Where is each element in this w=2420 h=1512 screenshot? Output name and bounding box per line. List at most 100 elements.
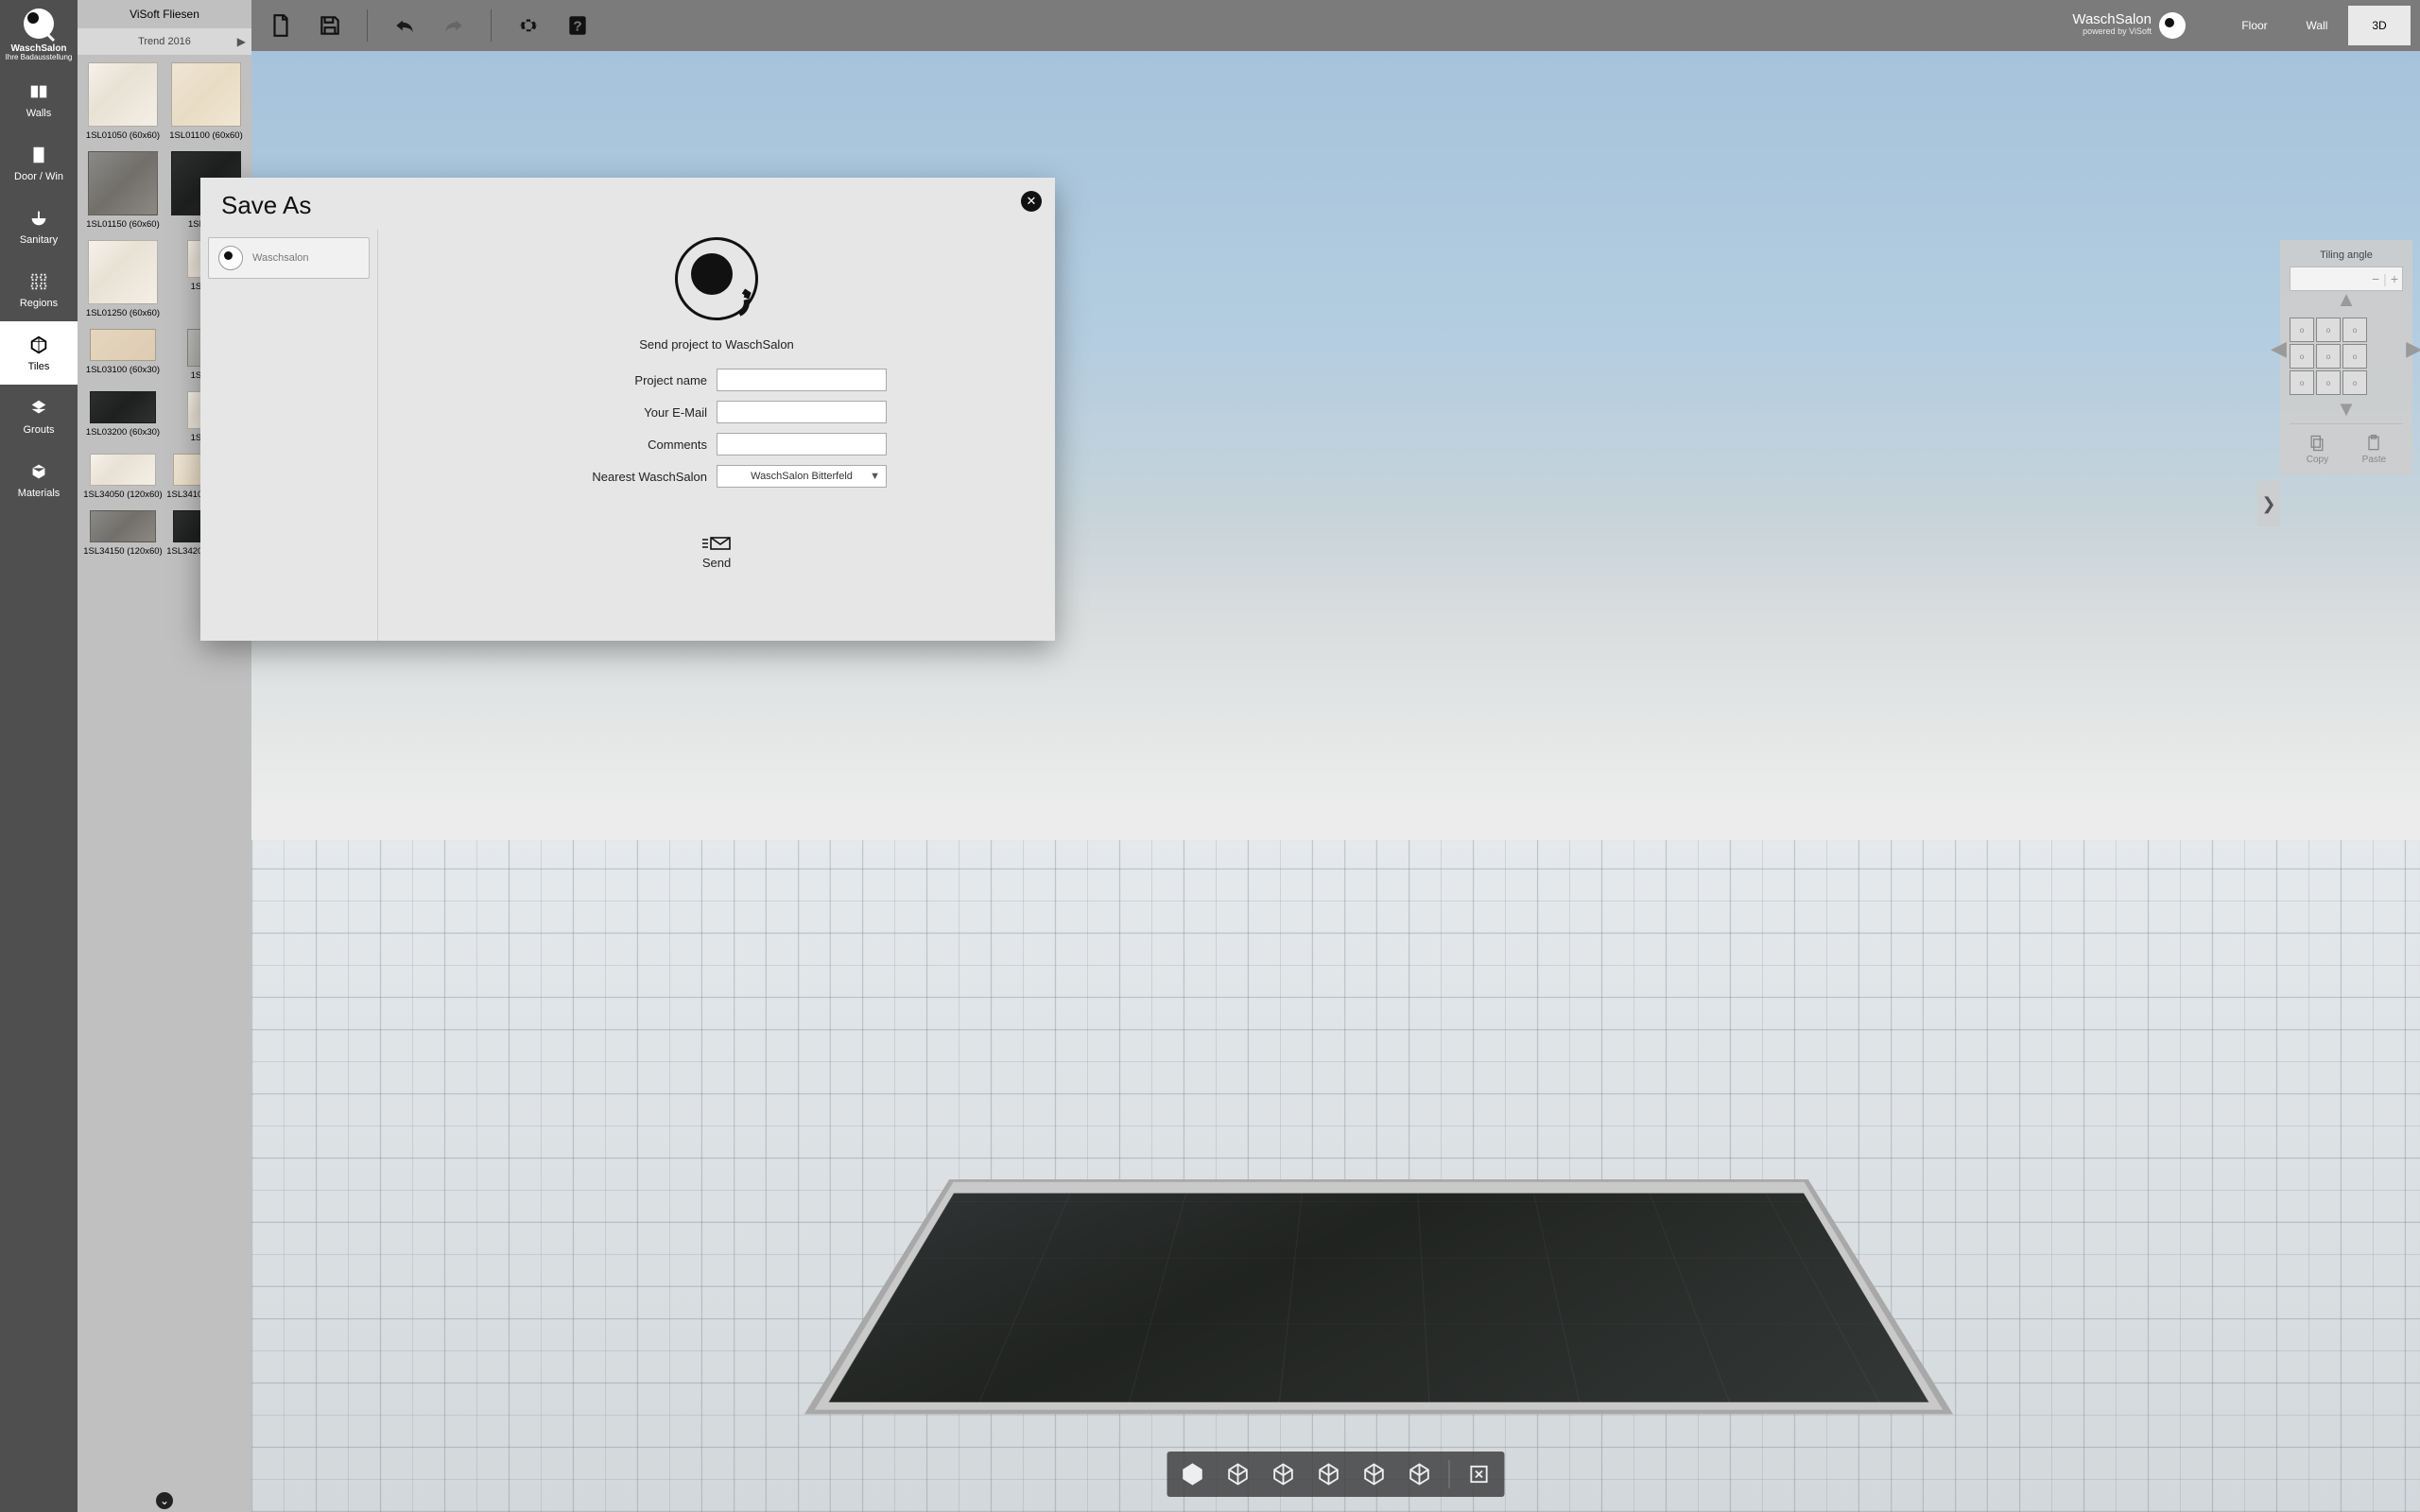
tile-item[interactable]: 1SL01250 (60x60) [81,240,164,319]
nav-regions[interactable]: Regions [0,258,78,321]
nav-door-win[interactable]: Door / Win [0,131,78,195]
new-button[interactable] [261,6,301,45]
copy-button[interactable]: Copy [2307,434,2328,465]
right-panel-collapse[interactable]: ❯ [2257,481,2280,526]
comments-input[interactable] [717,433,887,455]
help-button[interactable]: ? [558,6,597,45]
nav-sanitary[interactable]: Sanitary [0,195,78,258]
catalog-collection-label: Trend 2016 [138,36,191,47]
copy-label: Copy [2307,455,2328,465]
save-button[interactable] [310,6,350,45]
origin-grid: ooo ooo ooo [2290,318,2403,395]
origin-cell[interactable]: o [2316,318,2341,342]
tile-label: 1SL03200 (60x30) [84,427,162,438]
settings-button[interactable] [509,6,548,45]
brand-logo: WaschSalon Ihre Badausstellung [0,0,78,68]
tile-label: 1SL01100 (60x60) [167,130,244,142]
tile-item[interactable]: 1SL01100 (60x60) [164,62,248,142]
origin-cell[interactable]: o [2290,370,2314,395]
email-input[interactable] [717,401,887,423]
view-left-icon[interactable] [1268,1458,1300,1490]
view-right-icon[interactable] [1313,1458,1345,1490]
origin-cell[interactable]: o [2290,318,2314,342]
view-iso-solid-icon[interactable] [1177,1458,1209,1490]
tab-wall[interactable]: Wall [2286,6,2348,45]
grid-floor [251,840,2420,1512]
nav-label: Tiles [28,361,50,372]
view-tabs: Floor Wall 3D [2223,6,2411,45]
tile-swatch [90,391,156,423]
view-front-icon[interactable] [1222,1458,1254,1490]
project-name-input[interactable] [717,369,887,391]
tab-3d[interactable]: 3D [2348,6,2411,45]
nudge-right-icon[interactable]: ▶ [2406,336,2420,361]
view-reset-icon[interactable] [1463,1458,1495,1490]
view-back-icon[interactable] [1358,1458,1391,1490]
tile-swatch [90,454,156,486]
catalog-vendor[interactable]: ViSoft Fliesen [78,0,251,28]
nudge-down-icon[interactable]: ▼ [2336,397,2357,421]
tiled-floor-slab [815,1182,1943,1410]
email-label: Your E-Mail [546,405,707,420]
paste-button[interactable]: Paste [2362,434,2387,465]
chevron-right-icon: ▶ [237,35,246,48]
dialog-title: Save As [200,178,1055,230]
plus-icon[interactable]: + [2391,271,2398,286]
tile-item[interactable]: 1SL01050 (60x60) [81,62,164,142]
origin-cell[interactable]: o [2342,370,2367,395]
tile-item[interactable]: 1SL03200 (60x30) [81,391,164,444]
brand-sub: powered by ViSoft [2072,26,2152,37]
redo-button[interactable] [434,6,474,45]
nav-materials[interactable]: Materials [0,448,78,511]
origin-cell[interactable]: o [2316,344,2341,369]
chevron-down-icon: ▼ [870,471,880,482]
tile-swatch [88,151,158,215]
nearest-select[interactable]: WaschSalon Bitterfeld ▼ [717,465,887,488]
destination-card[interactable]: Waschsalon [208,237,370,279]
undo-button[interactable] [385,6,424,45]
project-name-label: Project name [546,373,707,387]
origin-cell[interactable]: o [2342,318,2367,342]
nav-label: Walls [26,108,51,119]
origin-cell[interactable]: o [2316,370,2341,395]
nav-tiles[interactable]: Tiles [0,321,78,385]
dialog-main: Send project to WaschSalon Project name … [378,230,1055,641]
minus-icon[interactable]: − [2372,271,2379,286]
nav-label: Grouts [23,424,54,436]
dialog-sidepane: Waschsalon [200,230,378,641]
nav-label: Regions [20,298,58,309]
nav-label: Sanitary [20,234,58,246]
tiling-angle-label: Tiling angle [2290,249,2403,261]
brand-subline: Ihre Badausstellung [6,53,73,61]
origin-cell[interactable]: o [2342,344,2367,369]
nudge-up-icon[interactable]: ▲ [2336,287,2357,312]
tab-floor[interactable]: Floor [2223,6,2286,45]
top-toolbar: ? WaschSalon powered by ViSoft Floor Wal… [251,0,2420,51]
paste-label: Paste [2362,455,2387,465]
comments-label: Comments [546,438,707,452]
nav-walls[interactable]: Walls [0,68,78,131]
tile-item[interactable]: 1SL34150 (120x60) [81,510,164,558]
nav-grouts[interactable]: Grouts [0,385,78,448]
toolbar-brand: WaschSalon powered by ViSoft [2072,12,2186,39]
nav-label: Door / Win [14,171,63,182]
tile-swatch [90,329,156,361]
tile-item[interactable]: 1SL34050 (120x60) [81,454,164,501]
origin-cell[interactable]: o [2290,344,2314,369]
scroll-down-icon[interactable]: ⌄ [156,1492,173,1509]
destination-icon [218,246,243,270]
send-button[interactable]: Send [700,535,733,570]
separator [1449,1460,1450,1488]
catalog-collection[interactable]: Trend 2016 ▶ [78,28,251,55]
tile-item[interactable]: 1SL03100 (60x30) [81,329,164,382]
nav-rail: WaschSalon Ihre Badausstellung Walls Doo… [0,0,78,1512]
tile-item[interactable]: 1SL01150 (60x60) [81,151,164,231]
view-cube-toolbar [1167,1452,1505,1497]
send-label: Send [702,556,731,570]
brand-orb-icon [2159,12,2186,39]
nearest-value: WaschSalon Bitterfeld [751,471,853,482]
right-panel: Tiling angle −|+ ooo ooo ooo ▲ ▼ ◀ ▶ Cop… [2280,240,2412,474]
view-top-icon[interactable] [1404,1458,1436,1490]
close-icon[interactable]: ✕ [1021,191,1042,212]
nudge-left-icon[interactable]: ◀ [2271,336,2287,361]
